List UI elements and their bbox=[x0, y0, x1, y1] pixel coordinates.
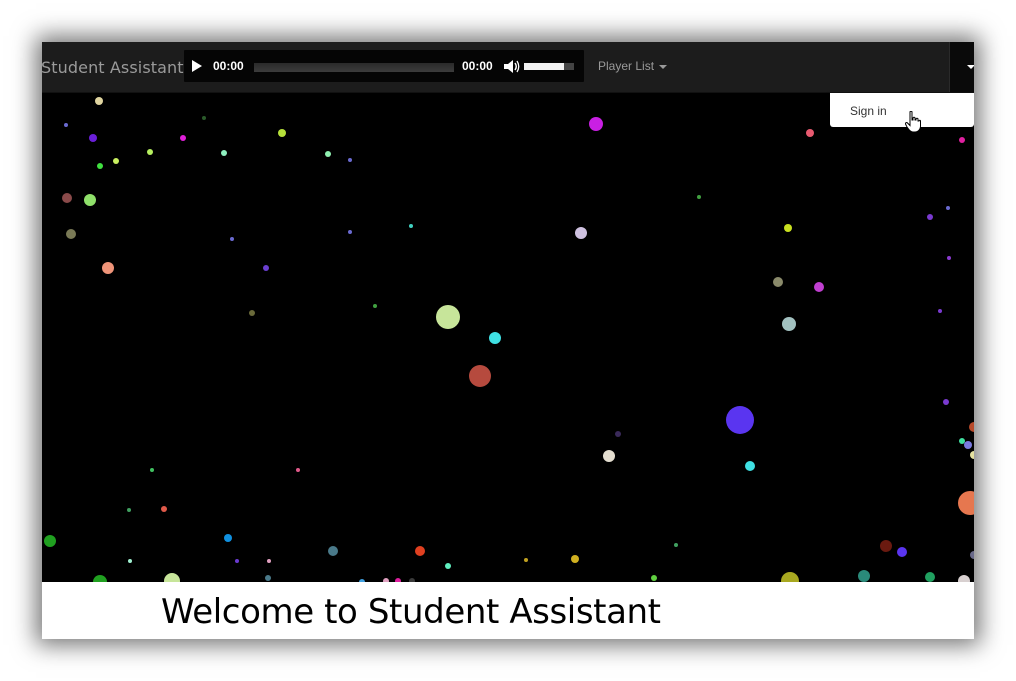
particle-dot bbox=[615, 431, 621, 437]
particle-dot bbox=[445, 563, 451, 569]
particle-dot bbox=[858, 570, 870, 582]
particle-dot bbox=[150, 468, 154, 472]
particle-dot bbox=[84, 194, 96, 206]
brand-title[interactable]: Student Assistant bbox=[42, 58, 184, 77]
play-icon[interactable] bbox=[192, 60, 202, 72]
particle-dot bbox=[348, 158, 352, 162]
particle-dot bbox=[782, 317, 796, 331]
particle-dot bbox=[128, 559, 132, 563]
particle-dot bbox=[958, 575, 970, 582]
particle-dot bbox=[161, 506, 167, 512]
particle-dot bbox=[943, 399, 949, 405]
particle-dot bbox=[263, 265, 269, 271]
app-window: Student Assistant 00:00 00:00 Player Lis… bbox=[42, 42, 974, 639]
particle-dot bbox=[970, 551, 974, 559]
particle-dot bbox=[524, 558, 528, 562]
particle-dot bbox=[93, 575, 107, 582]
particle-dot bbox=[221, 150, 227, 156]
particle-dot bbox=[745, 461, 755, 471]
player-list-label: Player List bbox=[598, 59, 655, 73]
particle-dot bbox=[969, 422, 974, 432]
particle-dot bbox=[469, 365, 491, 387]
particle-dot bbox=[571, 555, 579, 563]
particle-dot bbox=[202, 116, 206, 120]
particle-dot bbox=[66, 229, 76, 239]
particle-dot bbox=[651, 575, 657, 581]
particle-dot bbox=[409, 224, 413, 228]
particle-dot bbox=[62, 193, 72, 203]
particle-dot bbox=[97, 163, 103, 169]
particle-dot bbox=[127, 508, 131, 512]
particle-dot bbox=[265, 575, 271, 581]
particle-dot bbox=[296, 468, 300, 472]
particle-dot bbox=[102, 262, 114, 274]
volume-slider[interactable] bbox=[524, 63, 574, 70]
particle-dot bbox=[946, 206, 950, 210]
particle-dot bbox=[880, 540, 892, 552]
progress-bar[interactable] bbox=[254, 63, 454, 72]
hand-pointer-icon bbox=[905, 111, 921, 133]
particle-dot bbox=[603, 450, 615, 462]
particle-dot bbox=[415, 546, 425, 556]
particle-dot bbox=[674, 543, 678, 547]
particle-canvas bbox=[42, 93, 974, 582]
particle-dot bbox=[958, 491, 974, 515]
caret-down-icon bbox=[967, 65, 974, 69]
particle-dot bbox=[249, 310, 255, 316]
particle-dot bbox=[927, 214, 933, 220]
particle-dot bbox=[938, 309, 942, 313]
welcome-banner: Welcome to Student Assistant bbox=[42, 582, 974, 639]
sign-in-link[interactable]: Sign in bbox=[850, 104, 887, 118]
particle-dot bbox=[230, 237, 234, 241]
particle-dot bbox=[781, 572, 799, 582]
volume-icon[interactable] bbox=[504, 60, 520, 73]
particle-dot bbox=[897, 547, 907, 557]
particle-dot bbox=[64, 123, 68, 127]
particle-dot bbox=[726, 406, 754, 434]
particle-dot bbox=[925, 572, 935, 582]
particle-dot bbox=[180, 135, 186, 141]
particle-dot bbox=[814, 282, 824, 292]
particle-dot bbox=[325, 151, 331, 157]
particle-dot bbox=[95, 97, 103, 105]
particle-dot bbox=[959, 137, 965, 143]
particle-dots bbox=[44, 97, 974, 582]
top-navbar: Student Assistant 00:00 00:00 Player Lis… bbox=[42, 42, 974, 93]
particle-dot bbox=[806, 129, 814, 137]
particle-dot bbox=[589, 117, 603, 131]
particle-dot bbox=[224, 534, 232, 542]
particle-dot bbox=[947, 256, 951, 260]
account-dropdown-menu: Sign in bbox=[830, 93, 974, 133]
welcome-heading: Welcome to Student Assistant bbox=[161, 592, 661, 632]
player-list-dropdown[interactable]: Player List bbox=[598, 59, 668, 73]
account-menu-toggle[interactable] bbox=[949, 42, 974, 92]
current-time: 00:00 bbox=[213, 59, 244, 73]
particle-dot bbox=[959, 438, 965, 444]
particle-dot bbox=[575, 227, 587, 239]
particle-dot bbox=[373, 304, 377, 308]
particle-dot bbox=[436, 305, 460, 329]
particle-dot bbox=[773, 277, 783, 287]
particle-dot bbox=[44, 535, 56, 547]
particle-dot bbox=[970, 451, 974, 459]
duration-time: 00:00 bbox=[462, 59, 493, 73]
particle-dot bbox=[278, 129, 286, 137]
particle-dot bbox=[267, 559, 271, 563]
particle-dot bbox=[235, 559, 239, 563]
particle-dot bbox=[348, 230, 352, 234]
particle-dot bbox=[784, 224, 792, 232]
particle-dot bbox=[964, 441, 972, 449]
particle-dot bbox=[113, 158, 119, 164]
particle-dot bbox=[89, 134, 97, 142]
caret-down-icon bbox=[659, 64, 668, 69]
particle-dot bbox=[147, 149, 153, 155]
volume-level bbox=[524, 63, 564, 70]
particle-dot bbox=[697, 195, 701, 199]
audio-player: 00:00 00:00 bbox=[184, 50, 584, 82]
particle-dot bbox=[164, 573, 180, 582]
particle-dot bbox=[489, 332, 501, 344]
particle-dot bbox=[328, 546, 338, 556]
